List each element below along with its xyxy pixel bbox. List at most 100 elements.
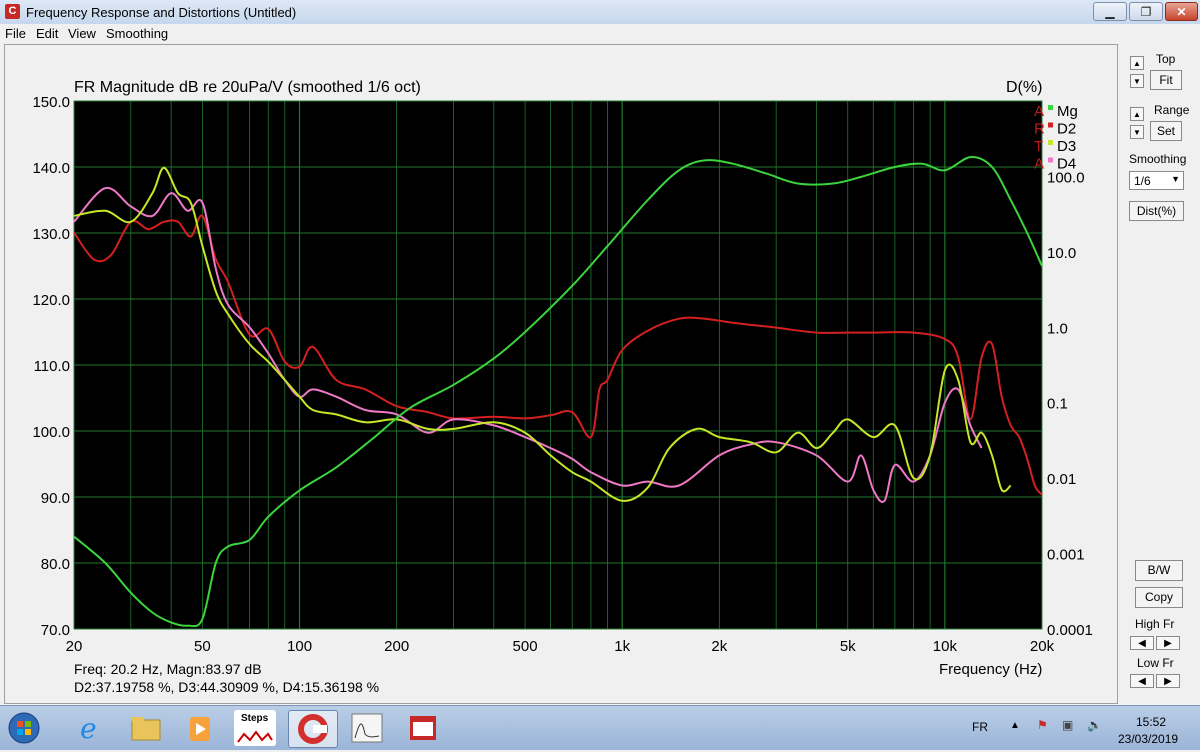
legend-label: D3 (1057, 138, 1076, 155)
x-tick-label: 200 (384, 638, 409, 655)
smoothing-select[interactable]: 1/6 ▼ (1129, 171, 1184, 190)
x-tick-label: 20 (66, 638, 83, 655)
legend-label: D4 (1057, 156, 1076, 173)
y-tick-label: 70.0 (41, 622, 70, 639)
y-tick-label: 150.0 (32, 94, 70, 111)
x-axis-title: Frequency (Hz) (939, 661, 1043, 678)
y2-tick-label: 10.0 (1047, 245, 1076, 262)
range-label: Range (1154, 103, 1190, 117)
range-up-button[interactable]: ▲ (1130, 107, 1144, 121)
language-indicator[interactable]: FR (972, 720, 988, 734)
legend-label: Mg (1057, 103, 1078, 120)
legend-label: D2 (1057, 121, 1076, 138)
y-tick-label: 80.0 (41, 556, 70, 573)
x-tick-label: 100 (287, 638, 312, 655)
arrow-up-icon: ▲ (1133, 59, 1141, 68)
y-tick-label: 120.0 (32, 292, 70, 309)
y2-tick-label: 0.01 (1047, 471, 1076, 488)
low-fr-label: Low Fr (1137, 656, 1174, 670)
arrow-down-icon: ▼ (1133, 128, 1141, 137)
smoothing-value: 1/6 (1134, 174, 1151, 188)
volume-icon[interactable]: 🔈 (1087, 718, 1102, 732)
taskbar-steps[interactable]: Steps (234, 710, 276, 746)
steps-label: Steps (241, 713, 269, 724)
x-tick-label: 2k (711, 638, 727, 655)
x-tick-label: 5k (840, 638, 856, 655)
taskbar-arta[interactable] (288, 710, 338, 748)
dist-percent-button[interactable]: Dist(%) (1129, 201, 1184, 221)
maximize-button[interactable]: ❐ (1129, 2, 1163, 21)
steps-app-icon (410, 716, 436, 740)
control-panel: ▲ ▼ Top Fit ▲ ▼ Range Set Smoothing 1/6 … (1120, 44, 1200, 704)
taskbar-ie[interactable]: e (70, 710, 112, 746)
legend-swatch (1048, 157, 1053, 163)
high-fr-label: High Fr (1135, 617, 1175, 631)
y2-tick-label: 1.0 (1047, 320, 1068, 337)
media-player-icon (190, 717, 210, 741)
arta-icon (298, 714, 328, 744)
legend-flag: R (1034, 121, 1045, 138)
legend-swatch (1048, 105, 1053, 110)
top-down-button[interactable]: ▼ (1130, 74, 1144, 88)
taskbar: e Steps FR ▲ ⚑ ▣ 🔈 15:52 23/03/2019 (0, 705, 1200, 750)
clock-time[interactable]: 15:52 (1136, 715, 1166, 729)
x-tick-label: 20k (1030, 638, 1055, 655)
y-tick-label: 90.0 (41, 490, 70, 507)
arrow-left-icon: ◀ (1138, 676, 1146, 687)
y-tick-label: 110.0 (34, 358, 70, 375)
legend-flag: A (1034, 103, 1044, 120)
range-down-button[interactable]: ▼ (1130, 125, 1144, 139)
x-tick-label: 50 (194, 638, 211, 655)
close-button[interactable]: ✕ (1165, 2, 1198, 21)
taskbar-steps-app[interactable] (402, 710, 444, 746)
svg-text:e: e (80, 712, 97, 745)
set-button[interactable]: Set (1150, 121, 1182, 141)
limp-icon (351, 713, 383, 743)
top-up-button[interactable]: ▲ (1130, 56, 1144, 70)
high-fr-right-button[interactable]: ▶ (1156, 636, 1180, 650)
cursor-readout-distortion: D2:37.19758 %, D3:44.30909 %, D4:15.3619… (74, 679, 380, 695)
legend-swatch (1048, 140, 1053, 145)
legend-flag: T (1034, 138, 1043, 155)
taskbar-media[interactable] (178, 710, 220, 746)
clock-date[interactable]: 23/03/2019 (1118, 732, 1178, 746)
bw-button[interactable]: B/W (1135, 560, 1183, 581)
x-tick-label: 1k (614, 638, 630, 655)
taskbar-limp[interactable] (346, 710, 388, 746)
start-button[interactable] (4, 710, 44, 746)
taskbar-explorer[interactable] (124, 710, 166, 746)
x-tick-label: 500 (513, 638, 538, 655)
network-icon[interactable]: ▣ (1062, 718, 1073, 732)
y2-tick-label: 0.0001 (1047, 622, 1093, 639)
chevron-down-icon: ▼ (1171, 174, 1180, 184)
arrow-left-icon: ◀ (1138, 638, 1146, 649)
tray-expand-icon[interactable]: ▲ (1010, 720, 1020, 731)
fit-button[interactable]: Fit (1150, 70, 1182, 90)
start-orb-icon (8, 712, 40, 744)
y-tick-label: 130.0 (32, 226, 70, 243)
arrow-right-icon: ▶ (1164, 676, 1172, 687)
close-icon: ✕ (1176, 5, 1187, 19)
arrow-up-icon: ▲ (1133, 110, 1141, 119)
y2-tick-label: 0.1 (1047, 396, 1068, 413)
ie-icon: e (80, 712, 97, 745)
low-fr-right-button[interactable]: ▶ (1156, 674, 1180, 688)
maximize-icon: ❐ (1140, 5, 1152, 19)
copy-button[interactable]: Copy (1135, 587, 1183, 608)
flag-icon[interactable]: ⚑ (1037, 718, 1048, 732)
legend-flag: A (1034, 156, 1044, 173)
x-tick-label: 10k (933, 638, 958, 655)
y-tick-label: 140.0 (32, 160, 70, 177)
arrow-right-icon: ▶ (1164, 638, 1172, 649)
high-fr-left-button[interactable]: ◀ (1130, 636, 1154, 650)
legend-swatch (1048, 122, 1053, 128)
y-tick-label: 100.0 (32, 424, 70, 441)
top-label: Top (1156, 52, 1176, 66)
folder-icon (131, 717, 161, 741)
smoothing-label: Smoothing (1129, 152, 1187, 166)
arrow-down-icon: ▼ (1133, 77, 1141, 86)
frequency-response-chart[interactable]: 20 50 100 200 500 1k 2k 5k 10k 20k 70.0 80.0 90.0 100… (0, 0, 1118, 704)
legend: A Mg R D2 T D3 A D4 (1034, 103, 1078, 173)
low-fr-left-button[interactable]: ◀ (1130, 674, 1154, 688)
cursor-readout-freq: Freq: 20.2 Hz, Magn:83.97 dB (74, 661, 262, 677)
